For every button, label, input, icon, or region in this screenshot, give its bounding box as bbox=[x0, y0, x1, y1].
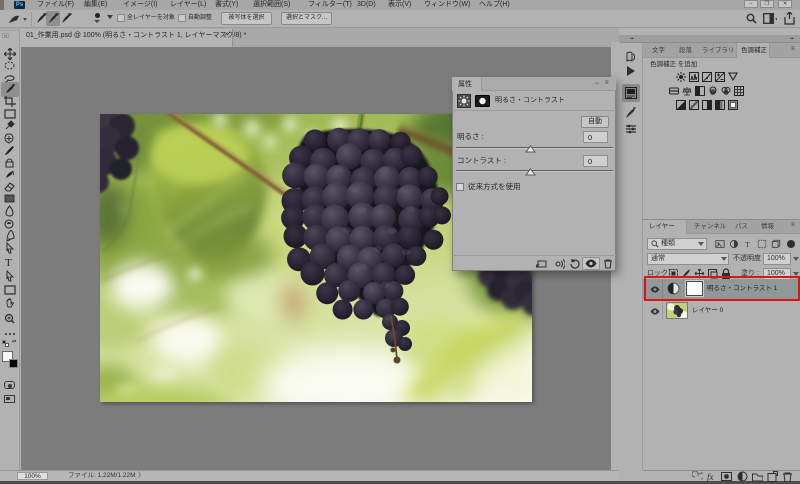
svg-text:fx: fx bbox=[707, 472, 714, 482]
svg-text:T: T bbox=[745, 240, 750, 249]
svg-text:T: T bbox=[5, 257, 12, 268]
